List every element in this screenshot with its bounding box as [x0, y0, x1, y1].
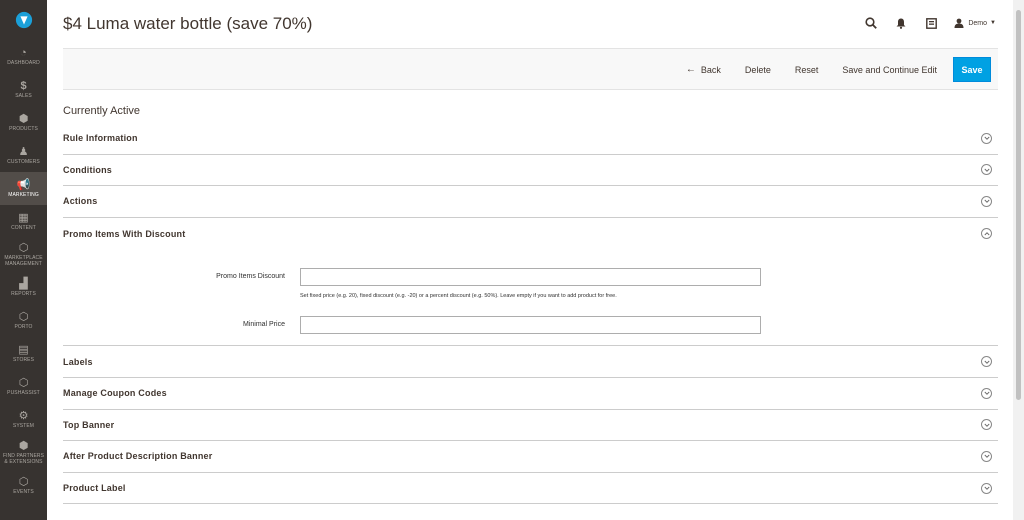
- sidebar-item-content[interactable]: ▦ CONTENT: [0, 205, 47, 238]
- sidebar-item-label: STORES: [12, 357, 35, 363]
- sidebar-item-label: SYSTEM: [12, 423, 35, 429]
- section-title: Product Label: [63, 483, 126, 494]
- section-conditions[interactable]: Conditions: [63, 155, 998, 187]
- promo-items-discount-input[interactable]: [300, 268, 761, 287]
- reset-button[interactable]: Reset: [783, 57, 831, 82]
- promo-items-discount-note: Set fixed price (e.g. 20), fixed discoun…: [300, 293, 617, 300]
- sidebar-item-pushassist[interactable]: ⬡ PUSHASSIST: [0, 370, 47, 403]
- sidebar-item-label: CONTENT: [11, 225, 36, 231]
- user-name: Demo: [968, 19, 988, 27]
- sidebar-item-label: EVENTS: [13, 489, 34, 495]
- user-icon: [954, 18, 964, 28]
- sidebar-item-label: SALES: [15, 93, 32, 99]
- promo-items-fieldset: Promo Items Discount Set fixed price (e.…: [63, 249, 998, 347]
- bar-chart-icon: ▟: [19, 278, 28, 290]
- back-button[interactable]: ← Back: [674, 57, 733, 82]
- hexagon-icon: ⬡: [18, 476, 29, 488]
- header-actions: Demo ▼: [856, 12, 996, 34]
- logo-icon: [15, 11, 32, 29]
- sidebar-item-system[interactable]: ⚙ SYSTEM: [0, 403, 47, 436]
- sidebar-item-stores[interactable]: ▤ STORES: [0, 337, 47, 370]
- section-title: Promo Items With Discount: [63, 228, 186, 239]
- dashboard-icon: ◔: [20, 47, 27, 59]
- section-title: Labels: [63, 356, 93, 367]
- search-icon[interactable]: [856, 17, 886, 29]
- minimal-price-input[interactable]: [300, 316, 761, 335]
- arrow-left-icon: ←: [685, 64, 696, 75]
- sidebar-item-label: CUSTOMERS: [7, 159, 40, 165]
- page-actions-bar: ← Back Delete Reset Save and Continue Ed…: [63, 48, 998, 90]
- chevron-up-icon: [981, 228, 992, 240]
- sidebar-item-find-partners-extensions[interactable]: ⬢ FIND PARTNERS & EXTENSIONS: [0, 436, 47, 469]
- sidebar-item-marketing[interactable]: 📢 MARKETING: [0, 172, 47, 205]
- section-labels[interactable]: Labels: [63, 346, 998, 378]
- sidebar-item-label: PRODUCTS: [9, 126, 38, 132]
- hexagon-icon: ⬡: [18, 377, 29, 389]
- delete-button[interactable]: Delete: [733, 57, 783, 82]
- gear-icon: ⚙: [18, 410, 29, 422]
- hexagon-icon: ⬡: [18, 242, 29, 254]
- user-menu[interactable]: Demo ▼: [954, 18, 996, 28]
- chevron-down-icon: [981, 450, 992, 462]
- chevron-down-icon: [981, 132, 992, 144]
- promo-items-discount-label: Promo Items Discount: [216, 273, 285, 281]
- page-title: $4 Luma water bottle (save 70%): [63, 14, 313, 33]
- rule-sections: Rule Information Conditions Actions Prom…: [63, 123, 998, 505]
- sidebar-item-porto[interactable]: ⬡ PORTO: [0, 304, 47, 337]
- page-scrollbar[interactable]: [1013, 0, 1024, 520]
- cube-icon: ⬢: [18, 113, 29, 125]
- caret-down-icon: ▼: [990, 20, 996, 26]
- megaphone-icon: 📢: [16, 179, 31, 191]
- section-rule-information[interactable]: Rule Information: [63, 123, 998, 155]
- section-title: Manage Coupon Codes: [63, 388, 167, 399]
- sidebar-item-label: FIND PARTNERS & EXTENSIONS: [2, 453, 45, 465]
- section-product-label[interactable]: Product Label: [63, 473, 998, 505]
- sidebar-item-dashboard[interactable]: ◔ DASHBOARD: [0, 40, 47, 73]
- chevron-down-icon: [981, 419, 992, 431]
- section-after-product-description-banner[interactable]: After Product Description Banner: [63, 441, 998, 473]
- section-title: Conditions: [63, 164, 112, 175]
- sidebar-item-label: PORTO: [14, 324, 33, 330]
- chevron-down-icon: [981, 482, 992, 494]
- layout-icon: ▦: [18, 212, 29, 224]
- section-title: Top Banner: [63, 419, 115, 430]
- section-title: After Product Description Banner: [63, 451, 213, 462]
- sidebar-item-label: MARKETPLACE MANAGEMENT: [4, 255, 43, 267]
- chevron-down-icon: [981, 164, 992, 176]
- chevron-down-icon: [981, 195, 992, 207]
- sidebar-item-label: DASHBOARD: [7, 60, 40, 66]
- chevron-down-icon: [981, 387, 992, 399]
- sidebar-item-label: MARKETING: [8, 192, 39, 198]
- section-title: Actions: [63, 196, 98, 207]
- sidebar-item-marketplace-management[interactable]: ⬡ MARKETPLACE MANAGEMENT: [0, 238, 47, 271]
- section-manage-coupon-codes[interactable]: Manage Coupon Codes: [63, 378, 998, 410]
- sidebar-item-reports[interactable]: ▟ REPORTS: [0, 271, 47, 304]
- save-and-continue-button[interactable]: Save and Continue Edit: [830, 57, 949, 82]
- back-label: Back: [700, 64, 721, 75]
- section-promo-items-with-discount[interactable]: Promo Items With Discount: [63, 218, 998, 250]
- box-icon: ⬢: [18, 440, 29, 452]
- admin-sidebar: ◔ DASHBOARD $ SALES ⬢ PRODUCTS ♟ CUSTOMERS 📢 MARK…: [0, 0, 47, 520]
- chevron-down-icon: [981, 356, 992, 368]
- sidebar-item-products[interactable]: ⬢ PRODUCTS: [0, 106, 47, 139]
- section-title: Rule Information: [63, 133, 138, 144]
- minimal-price-label: Minimal Price: [242, 321, 285, 329]
- activity-icon[interactable]: [916, 17, 946, 29]
- sidebar-item-label: REPORTS: [11, 291, 36, 297]
- rule-status: Currently Active: [63, 105, 141, 117]
- sidebar-item-customers[interactable]: ♟ CUSTOMERS: [0, 139, 47, 172]
- save-button[interactable]: Save: [953, 57, 991, 82]
- sidebar-item-sales[interactable]: $ SALES: [0, 73, 47, 106]
- section-top-banner[interactable]: Top Banner: [63, 410, 998, 442]
- hexagon-icon: ⬡: [18, 311, 29, 323]
- person-icon: ♟: [18, 146, 29, 158]
- store-icon: ▤: [18, 344, 29, 356]
- sidebar-item-label: PUSHASSIST: [7, 390, 40, 396]
- section-actions[interactable]: Actions: [63, 186, 998, 218]
- bell-icon[interactable]: [886, 18, 916, 29]
- dollar-icon: $: [20, 80, 27, 92]
- scrollbar-thumb[interactable]: [1016, 10, 1021, 400]
- magento-logo[interactable]: [0, 0, 47, 40]
- sidebar-item-events[interactable]: ⬡ EVENTS: [0, 469, 47, 502]
